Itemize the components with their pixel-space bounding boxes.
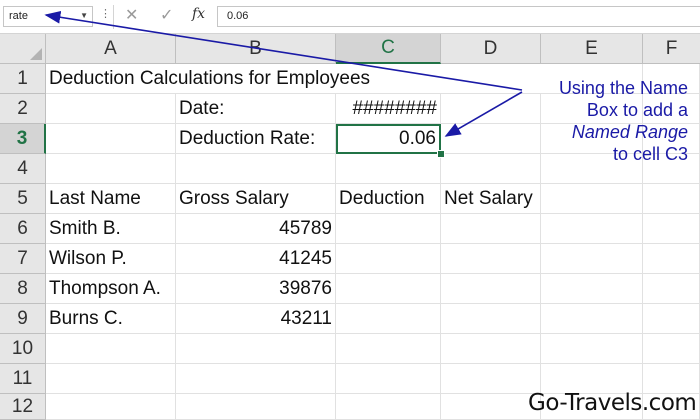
x-icon[interactable]: ✕ (125, 5, 138, 25)
cell-c2[interactable]: ######## (336, 94, 441, 124)
cell-a6[interactable]: Smith B. (46, 214, 176, 244)
cell-e6[interactable] (541, 214, 643, 244)
cell-a9[interactable]: Burns C. (46, 304, 176, 334)
cell-c11[interactable] (336, 364, 441, 394)
cell-d8[interactable] (441, 274, 541, 304)
cell-e8[interactable] (541, 274, 643, 304)
annotation-line-3: Named Range (571, 122, 688, 142)
cell-f9[interactable] (643, 304, 700, 334)
formula-bar-divider (113, 5, 114, 29)
cell-b10[interactable] (176, 334, 336, 364)
cell-a2[interactable] (46, 94, 176, 124)
cell-b9[interactable]: 43211 (176, 304, 336, 334)
cell-f7[interactable] (643, 244, 700, 274)
cell-e5[interactable] (541, 184, 643, 214)
fx-icon[interactable]: fx (192, 6, 205, 22)
cell-d6[interactable] (441, 214, 541, 244)
cell-e10[interactable] (541, 334, 643, 364)
cell-d9[interactable] (441, 304, 541, 334)
cell-b11[interactable] (176, 364, 336, 394)
cell-d12[interactable] (441, 394, 541, 420)
row-header-3[interactable]: 3 (0, 124, 46, 154)
cell-c6[interactable] (336, 214, 441, 244)
column-header-d[interactable]: D (441, 34, 541, 64)
vertical-ellipsis-icon[interactable]: ⋮ (100, 7, 111, 20)
cell-a11[interactable] (46, 364, 176, 394)
formula-input[interactable]: 0.06 (217, 6, 700, 27)
cell-f6[interactable] (643, 214, 700, 244)
cell-d5[interactable]: Net Salary (441, 184, 541, 214)
formula-content: 0.06 (227, 10, 249, 22)
name-box-value: rate (9, 10, 28, 22)
cell-a10[interactable] (46, 334, 176, 364)
cell-f5[interactable] (643, 184, 700, 214)
cell-b2[interactable]: Date: (176, 94, 336, 124)
row-header-5[interactable]: 5 (0, 184, 46, 214)
cell-b12[interactable] (176, 394, 336, 420)
cell-d10[interactable] (441, 334, 541, 364)
name-box[interactable]: rate ▼ (3, 6, 93, 27)
cell-b4[interactable] (176, 154, 336, 184)
cell-a8[interactable]: Thompson A. (46, 274, 176, 304)
select-all-triangle-icon (30, 48, 42, 60)
annotation-line-1: Using the Name (558, 78, 688, 98)
check-icon[interactable]: ✓ (160, 5, 173, 25)
column-header-b[interactable]: B (176, 34, 336, 64)
row-header-10[interactable]: 10 (0, 334, 46, 364)
cell-b5[interactable]: Gross Salary (176, 184, 336, 214)
column-header-e[interactable]: E (541, 34, 643, 64)
cell-b8[interactable]: 39876 (176, 274, 336, 304)
fill-handle[interactable] (437, 150, 445, 158)
cell-e7[interactable] (541, 244, 643, 274)
row-header-6[interactable]: 6 (0, 214, 46, 244)
cell-e9[interactable] (541, 304, 643, 334)
cell-a3[interactable] (46, 124, 176, 154)
cell-b3[interactable]: Deduction Rate: (176, 124, 336, 154)
annotation-line-2: Box to add a (586, 100, 688, 120)
cell-a7[interactable]: Wilson P. (46, 244, 176, 274)
annotation-callout: Using the Name Box to add a Named Range … (520, 77, 688, 165)
cell-a5[interactable]: Last Name (46, 184, 176, 214)
formula-bar: rate ▼ ⋮ ✕ ✓ fx 0.06 (0, 0, 700, 34)
row-header-2[interactable]: 2 (0, 94, 46, 124)
watermark-text: Go-Travels.com (528, 390, 697, 416)
cell-c5[interactable]: Deduction (336, 184, 441, 214)
cell-d7[interactable] (441, 244, 541, 274)
row-header-1[interactable]: 1 (0, 64, 46, 94)
cell-c8[interactable] (336, 274, 441, 304)
row-header-8[interactable]: 8 (0, 274, 46, 304)
select-all-button[interactable] (0, 34, 46, 64)
cell-c4[interactable] (336, 154, 441, 184)
cell-f8[interactable] (643, 274, 700, 304)
cell-a12[interactable] (46, 394, 176, 420)
row-header-9[interactable]: 9 (0, 304, 46, 334)
row-header-12[interactable]: 12 (0, 394, 46, 420)
chevron-down-icon[interactable]: ▼ (80, 11, 88, 20)
annotation-line-4: to cell C3 (612, 144, 688, 164)
cell-d11[interactable] (441, 364, 541, 394)
cell-a4[interactable] (46, 154, 176, 184)
cell-b6[interactable]: 45789 (176, 214, 336, 244)
row-header-4[interactable]: 4 (0, 154, 46, 184)
cell-c12[interactable] (336, 394, 441, 420)
cell-c7[interactable] (336, 244, 441, 274)
cell-b7[interactable]: 41245 (176, 244, 336, 274)
cell-a1[interactable]: Deduction Calculations for Employees (46, 64, 370, 94)
row-header-7[interactable]: 7 (0, 244, 46, 274)
cell-c3[interactable]: 0.06 (336, 124, 441, 154)
cell-c10[interactable] (336, 334, 441, 364)
cell-f10[interactable] (643, 334, 700, 364)
column-header-a[interactable]: A (46, 34, 176, 64)
column-header-f[interactable]: F (643, 34, 700, 64)
row-header-11[interactable]: 11 (0, 364, 46, 394)
column-header-c[interactable]: C (336, 34, 441, 64)
cell-c9[interactable] (336, 304, 441, 334)
